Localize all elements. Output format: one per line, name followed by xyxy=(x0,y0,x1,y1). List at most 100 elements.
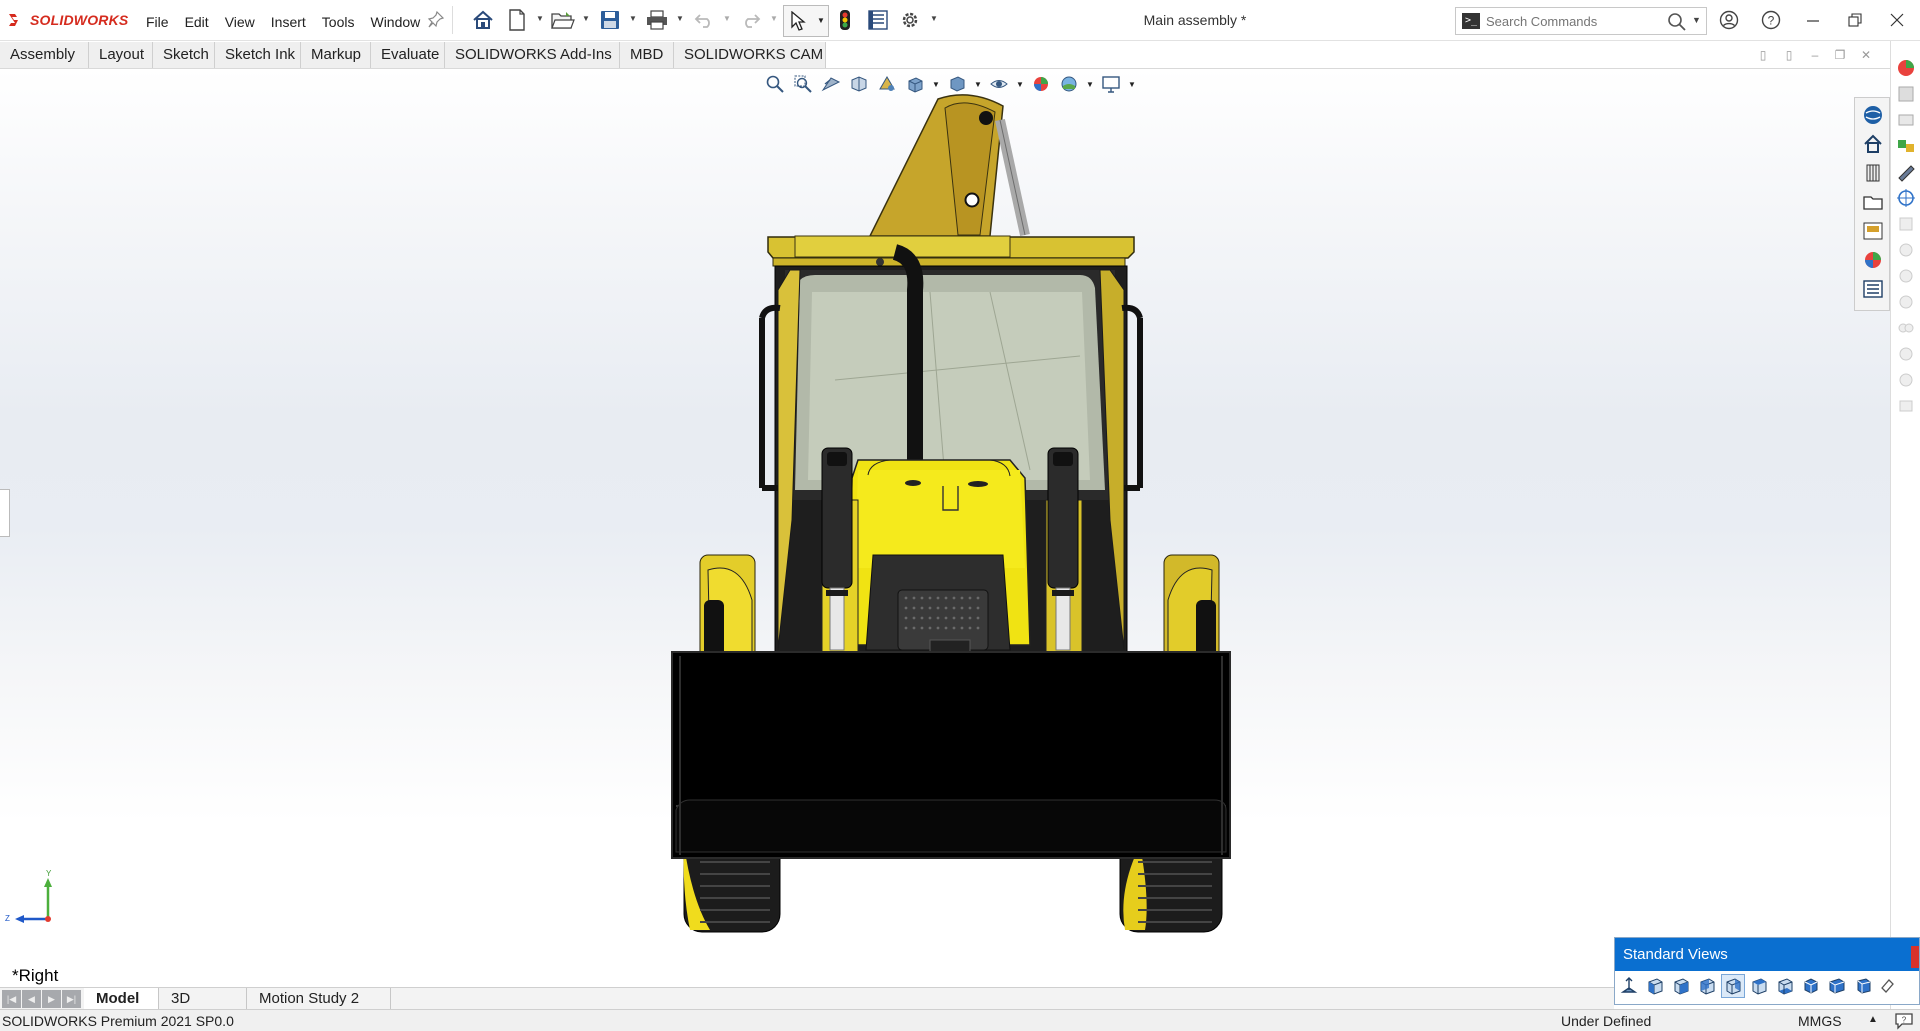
inactive-tool-6-icon[interactable] xyxy=(1895,343,1917,365)
inactive-tool-5-icon[interactable] xyxy=(1895,317,1917,339)
tab-sketch[interactable]: Sketch xyxy=(153,42,215,68)
options-gear-icon[interactable] xyxy=(898,8,922,32)
search-icon[interactable] xyxy=(1666,11,1688,31)
bottom-view-icon[interactable] xyxy=(1773,974,1797,998)
standard-views-icons xyxy=(1617,974,1901,998)
print-dropdown-icon[interactable]: ▼ xyxy=(676,14,684,24)
inactive-tool-4-icon[interactable] xyxy=(1895,291,1917,313)
doc-restore-icon[interactable]: ❐ xyxy=(1830,48,1850,64)
tab-sketch-ink[interactable]: Sketch Ink xyxy=(215,42,301,68)
solidworks-logo[interactable]: SOLIDWORKS xyxy=(6,10,128,30)
tab-solidworks-cam[interactable]: SOLIDWORKS CAM xyxy=(674,42,826,68)
tab-model[interactable]: Model xyxy=(84,988,159,1010)
quick-tips-icon[interactable]: ? xyxy=(1894,1012,1914,1030)
select-dropdown-icon[interactable]: ▼ xyxy=(817,16,825,25)
options-dropdown-icon[interactable]: ▼ xyxy=(930,14,938,24)
menu-tools[interactable]: Tools xyxy=(314,12,363,32)
colorful-assembly-icon[interactable] xyxy=(1895,135,1917,157)
backhoe-loader-model[interactable] xyxy=(665,89,1245,987)
target-icon[interactable] xyxy=(1895,187,1917,209)
tab-evaluate[interactable]: Evaluate xyxy=(371,42,445,68)
inactive-tool-1-icon[interactable] xyxy=(1895,213,1917,235)
isometric-view-icon[interactable] xyxy=(1799,974,1823,998)
print-icon[interactable] xyxy=(645,8,669,32)
undo-icon[interactable] xyxy=(692,8,716,32)
unit-system-dropdown-icon[interactable]: ▲ xyxy=(1868,1014,1878,1025)
right-view-icon[interactable] xyxy=(1721,974,1745,998)
new-document-icon[interactable] xyxy=(505,8,529,32)
file-explorer-icon[interactable] xyxy=(1862,191,1884,213)
menu-window[interactable]: Window xyxy=(362,12,428,32)
menu-file[interactable]: File xyxy=(138,12,177,32)
inactive-tool-3-icon[interactable] xyxy=(1895,265,1917,287)
home-icon[interactable] xyxy=(471,8,495,32)
doc-close-icon[interactable]: ✕ xyxy=(1856,48,1876,64)
tab-mbd[interactable]: MBD xyxy=(620,42,674,68)
view-palette-icon[interactable] xyxy=(1862,220,1884,242)
open-folder-icon[interactable] xyxy=(551,8,575,32)
edit-component-icon[interactable] xyxy=(1895,161,1917,183)
command-prompt-icon[interactable]: >_ xyxy=(1462,13,1480,29)
trimetric-view-icon[interactable] xyxy=(1825,974,1849,998)
title-bar: SOLIDWORKS File Edit View Insert Tools W… xyxy=(0,0,1920,41)
assembly-icon[interactable] xyxy=(1895,109,1917,131)
back-view-icon[interactable] xyxy=(1669,974,1693,998)
feature-manager-flyout-handle[interactable] xyxy=(0,489,10,537)
search-input[interactable] xyxy=(1486,12,1656,30)
new-dropdown-icon[interactable]: ▼ xyxy=(536,14,544,24)
tab-markup[interactable]: Markup xyxy=(301,42,371,68)
normal-to-icon[interactable] xyxy=(1617,974,1641,998)
file-properties-icon[interactable] xyxy=(866,8,890,32)
inactive-tool-8-icon[interactable] xyxy=(1895,395,1917,417)
solidworks-resources-icon[interactable] xyxy=(1862,104,1884,126)
help-icon[interactable]: ? xyxy=(1758,8,1784,32)
inactive-tool-7-icon[interactable] xyxy=(1895,369,1917,391)
dimetric-view-icon[interactable] xyxy=(1851,974,1875,998)
close-window-icon[interactable] xyxy=(1884,8,1910,32)
design-library-icon[interactable] xyxy=(1862,162,1884,184)
graphics-area[interactable]: ▼ ▼ ▼ ▼ ▼ Y Z *Right xyxy=(0,69,1890,987)
appearance-scene-icon[interactable] xyxy=(1895,57,1917,79)
tab-solidworks-add-ins[interactable]: SOLIDWORKS Add-Ins xyxy=(445,42,620,68)
unit-system[interactable]: MMGS xyxy=(1798,1013,1842,1029)
save-icon[interactable] xyxy=(598,8,622,32)
inactive-tool-2-icon[interactable] xyxy=(1895,239,1917,261)
rebuild-icon[interactable] xyxy=(833,8,857,32)
tab-assembly[interactable]: Assembly xyxy=(0,42,89,68)
menu-insert[interactable]: Insert xyxy=(263,12,314,32)
redo-dropdown-icon[interactable]: ▼ xyxy=(770,14,778,24)
open-dropdown-icon[interactable]: ▼ xyxy=(582,14,590,24)
top-view-icon[interactable] xyxy=(1747,974,1771,998)
more-views-icon[interactable] xyxy=(1877,974,1901,998)
left-view-icon[interactable] xyxy=(1695,974,1719,998)
tile-right-icon[interactable]: ▯ xyxy=(1779,48,1799,64)
svg-text:Y: Y xyxy=(46,869,52,878)
custom-properties-icon[interactable] xyxy=(1862,278,1884,300)
user-account-icon[interactable] xyxy=(1716,8,1742,32)
decal-icon[interactable] xyxy=(1895,83,1917,105)
redo-icon[interactable] xyxy=(739,8,763,32)
menu-view[interactable]: View xyxy=(217,12,263,32)
search-dropdown-icon[interactable]: ▼ xyxy=(1692,15,1701,25)
standard-views-close-button[interactable] xyxy=(1911,946,1919,968)
appearances-icon[interactable] xyxy=(1862,249,1884,271)
front-view-icon[interactable] xyxy=(1643,974,1667,998)
undo-dropdown-icon[interactable]: ▼ xyxy=(723,14,731,24)
last-tab-arrow-icon[interactable]: ▶| xyxy=(62,990,81,1008)
tile-left-icon[interactable]: ▯ xyxy=(1753,48,1773,64)
tab-layout[interactable]: Layout xyxy=(89,42,153,68)
minimize-window-icon[interactable] xyxy=(1800,8,1826,32)
menu-edit[interactable]: Edit xyxy=(177,12,217,32)
doc-minimize-icon[interactable]: – xyxy=(1805,48,1825,64)
next-tab-arrow-icon[interactable]: ▶ xyxy=(42,990,61,1008)
pin-menu-icon[interactable] xyxy=(427,10,445,28)
save-dropdown-icon[interactable]: ▼ xyxy=(629,14,637,24)
first-tab-arrow-icon[interactable]: |◀ xyxy=(2,990,21,1008)
select-tool-button[interactable]: ▼ xyxy=(783,5,829,37)
tab-motion-study-2[interactable]: Motion Study 2 xyxy=(247,988,391,1010)
tab-3d-views[interactable]: 3D Views xyxy=(159,988,247,1029)
previous-tab-arrow-icon[interactable]: ◀ xyxy=(22,990,41,1008)
home-view-icon[interactable] xyxy=(1862,133,1884,155)
status-bar: SOLIDWORKS Premium 2021 SP0.0 Under Defi… xyxy=(0,1009,1920,1031)
restore-window-icon[interactable] xyxy=(1842,8,1868,32)
